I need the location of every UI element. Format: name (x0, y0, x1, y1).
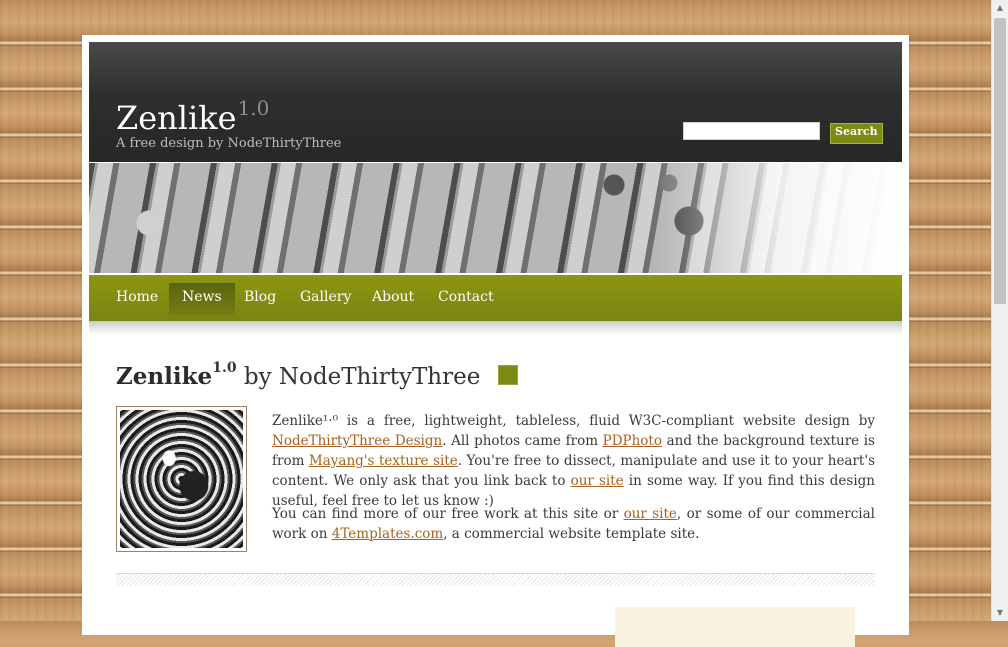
logo-version: 1.0 (237, 96, 270, 120)
search-input[interactable] (683, 122, 820, 140)
scroll-up-arrow-icon[interactable]: ▲ (992, 0, 1008, 16)
statue-photo (120, 410, 243, 548)
link-nodethirtythree-design[interactable]: NodeThirtyThree Design (272, 433, 442, 449)
link-our-site[interactable]: our site (571, 473, 624, 489)
nav-shadow (89, 321, 902, 335)
post-title-byline: by NodeThirtyThree (243, 364, 481, 390)
nav-item-contact[interactable]: Contact (438, 283, 494, 315)
content-divider (116, 573, 875, 586)
text-run: You can find more of our free work at th… (272, 506, 624, 522)
text-run: , a commercial website template site. (443, 526, 700, 542)
search-button[interactable]: Search (830, 123, 883, 144)
text-run: . All photos came from (442, 433, 603, 449)
link-4templates[interactable]: 4Templates.com (332, 526, 443, 542)
link-our-site-2[interactable]: our site (624, 506, 677, 522)
nav-item-home[interactable]: Home (116, 283, 158, 315)
more-work-paragraph: You can find more of our free work at th… (272, 504, 875, 544)
title-square-icon (497, 365, 518, 385)
nav-item-gallery[interactable]: Gallery (300, 283, 351, 315)
site-tagline: A free design by NodeThirtyThree (116, 136, 342, 151)
nav-item-news[interactable]: News (169, 283, 235, 315)
vertical-scrollbar[interactable]: ▲ ▼ (991, 0, 1008, 621)
link-pdphoto[interactable]: PDPhoto (603, 433, 662, 449)
post-title-version: 1.0 (212, 360, 237, 376)
site-logo[interactable]: Zenlike1.0 (116, 96, 269, 137)
logo-text: Zenlike (116, 99, 237, 137)
header-banner-image (89, 163, 902, 273)
scrollbar-thumb[interactable] (994, 18, 1006, 304)
text-run: Zenlike¹·⁰ is a free, lightweight, table… (272, 413, 875, 429)
post-title-name: Zenlike (116, 363, 213, 390)
nav-item-blog[interactable]: Blog (244, 283, 276, 315)
intro-paragraph: Zenlike¹·⁰ is a free, lightweight, table… (272, 411, 875, 511)
post-title: Zenlike1.0 by NodeThirtyThree (116, 360, 518, 390)
sidebar-box (615, 607, 855, 647)
main-navigation: Home News Blog Gallery About Contact (89, 275, 902, 321)
scroll-down-arrow-icon[interactable]: ▼ (992, 605, 1008, 621)
nav-item-about[interactable]: About (372, 283, 414, 315)
page-container: Zenlike1.0 A free design by NodeThirtyTh… (82, 35, 909, 647)
site-header: Zenlike1.0 A free design by NodeThirtyTh… (89, 42, 902, 162)
post-thumbnail-image (116, 406, 247, 552)
link-mayang-texture-site[interactable]: Mayang's texture site (309, 453, 458, 469)
